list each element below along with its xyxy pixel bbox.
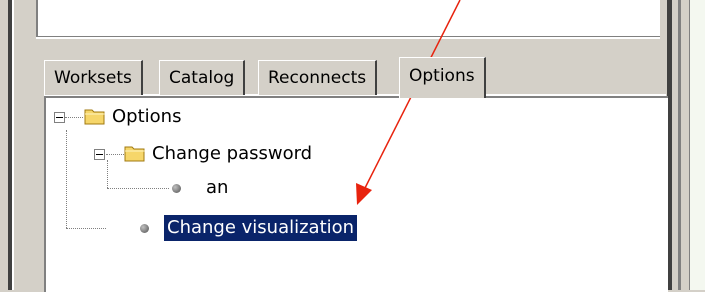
bullet-icon [140, 224, 149, 233]
options-tree: Options Change password an Change visual… [44, 96, 668, 292]
collapse-icon[interactable] [54, 112, 65, 123]
right-panel-content [690, 0, 705, 290]
upper-pane [36, 0, 660, 38]
bullet-icon [172, 184, 181, 193]
tree-line [66, 228, 106, 229]
tree-line [107, 188, 169, 189]
tree-line [107, 160, 108, 188]
tree-label: an [206, 177, 229, 198]
tree-line [106, 154, 124, 155]
collapse-icon[interactable] [94, 149, 105, 160]
folder-icon [124, 146, 145, 162]
tab-catalog[interactable]: Catalog [159, 60, 246, 95]
tree-line [66, 130, 67, 228]
tab-options[interactable]: Options [399, 57, 486, 98]
folder-icon [84, 109, 105, 125]
tree-label: Change password [152, 143, 313, 164]
window-frame-highlight [12, 0, 14, 290]
tree-label-selected: Change visualization [164, 215, 358, 241]
upper-pane-edge [36, 37, 660, 39]
tab-worksets[interactable]: Worksets [44, 60, 143, 95]
tab-reconnects[interactable]: Reconnects [258, 60, 378, 95]
tree-label: Options [112, 106, 182, 127]
screen: Worksets Catalog Reconnects Options Opti… [0, 0, 705, 292]
tree-line [65, 117, 83, 118]
